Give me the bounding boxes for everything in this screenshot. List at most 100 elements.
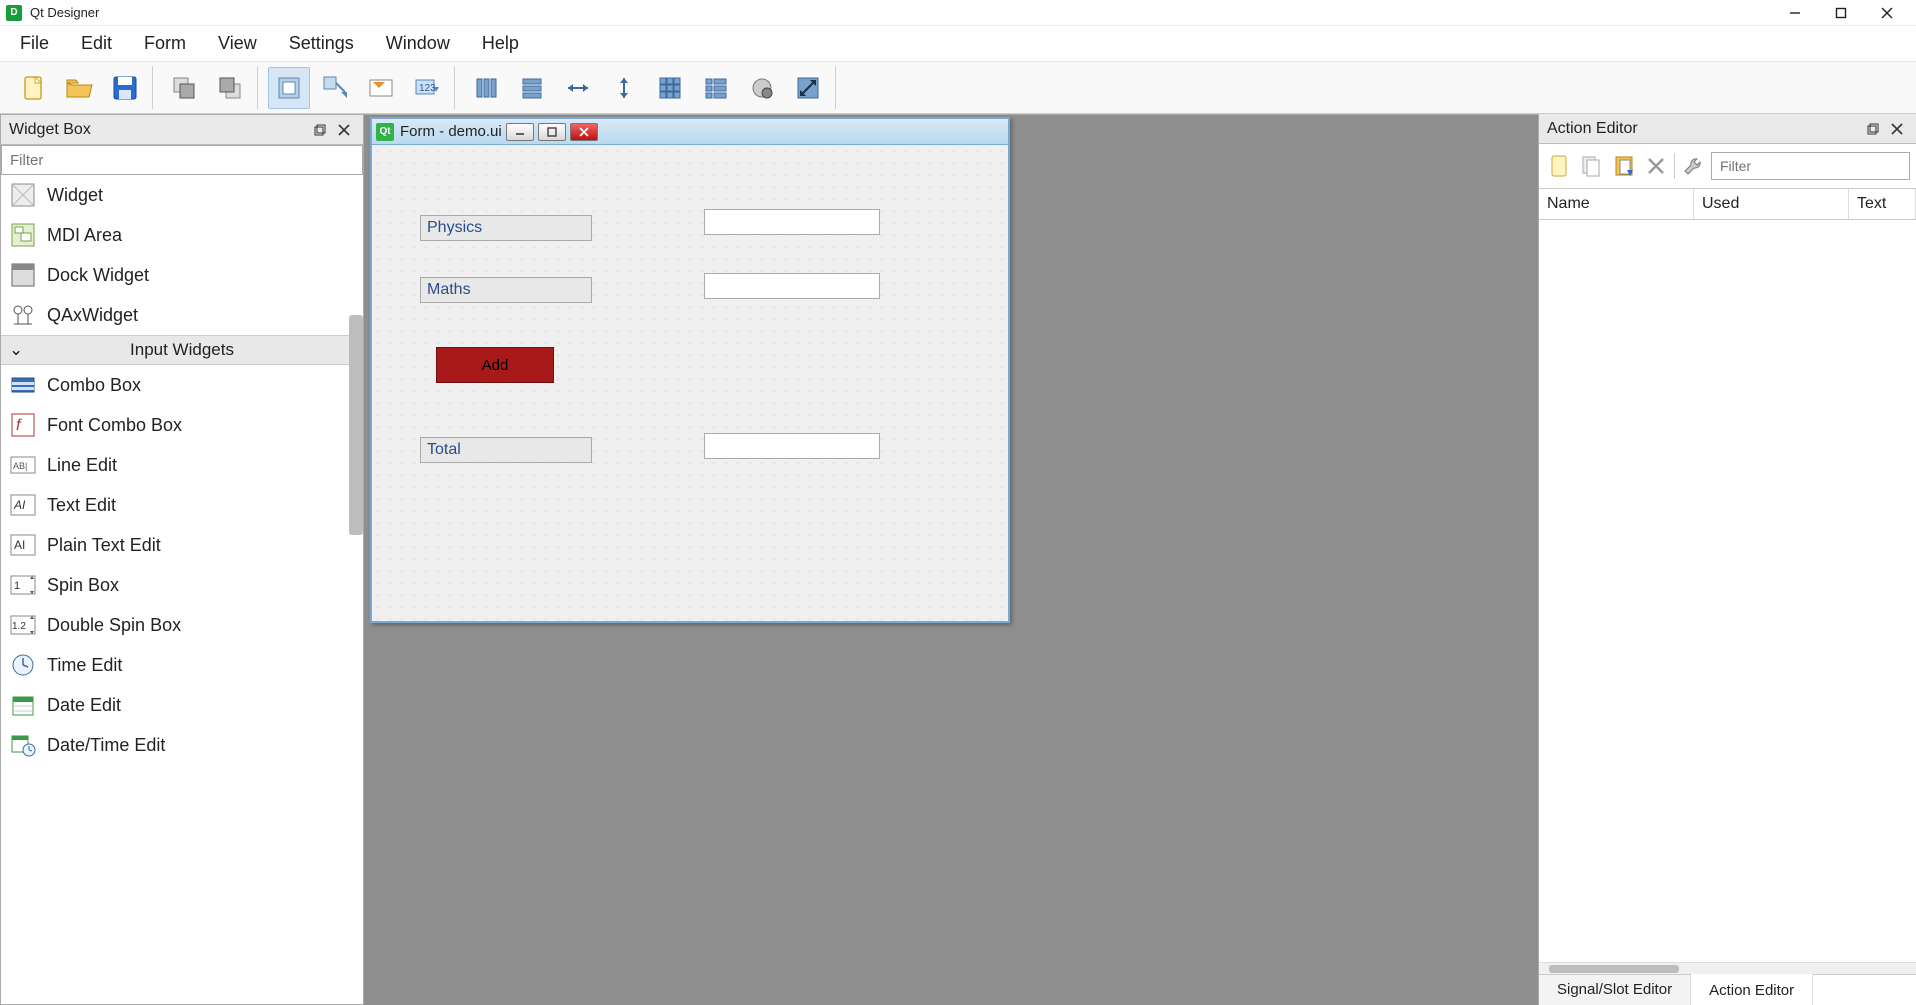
form-minimize-button[interactable] <box>506 123 534 141</box>
widget-item-combo-box[interactable]: Combo Box <box>1 365 363 405</box>
column-text[interactable]: Text <box>1849 189 1916 219</box>
label-physics[interactable]: Physics <box>420 215 592 241</box>
label-total[interactable]: Total <box>420 437 592 463</box>
delete-action-button[interactable] <box>1642 150 1670 182</box>
menu-form[interactable]: Form <box>128 27 202 60</box>
widget-item-label: Plain Text Edit <box>47 535 161 556</box>
close-icon <box>1891 123 1903 135</box>
form-maximize-button[interactable] <box>538 123 566 141</box>
widget-item-spin-box[interactable]: 1 Spin Box <box>1 565 363 605</box>
layout-horizontal-button[interactable] <box>465 67 507 109</box>
maximize-icon <box>547 127 557 137</box>
action-table-body[interactable] <box>1539 220 1916 962</box>
svg-text:AB|: AB| <box>13 461 27 471</box>
menu-file[interactable]: File <box>4 27 65 60</box>
form-title: Form - demo.ui <box>400 123 502 140</box>
window-maximize-button[interactable] <box>1818 0 1864 26</box>
layout-hsplit-button[interactable] <box>557 67 599 109</box>
paste-icon <box>1613 154 1635 178</box>
bring-front-icon <box>216 74 244 102</box>
lineedit-total[interactable] <box>704 433 880 459</box>
widget-box-list[interactable]: Widget MDI Area Dock Widget QAxWidget ⌄ … <box>1 175 363 1004</box>
new-action-button[interactable] <box>1545 150 1573 182</box>
widget-item-double-spin-box[interactable]: 1.2 Double Spin Box <box>1 605 363 645</box>
widget-item-label: Combo Box <box>47 375 141 396</box>
widget-item-text-edit[interactable]: AI Text Edit <box>1 485 363 525</box>
widget-item-label: Time Edit <box>47 655 122 676</box>
save-icon <box>111 74 139 102</box>
widget-item-widget[interactable]: Widget <box>1 175 363 215</box>
widget-box-float-button[interactable] <box>309 119 331 141</box>
edit-widgets-button[interactable] <box>268 67 310 109</box>
lineedit-maths[interactable] <box>704 273 880 299</box>
form-window[interactable]: Qt Form - demo.ui Physics Maths Add <box>370 117 1010 623</box>
menu-window[interactable]: Window <box>370 27 466 60</box>
menu-view[interactable]: View <box>202 27 273 60</box>
widget-item-label: Widget <box>47 185 103 206</box>
action-editor-close-button[interactable] <box>1886 118 1908 140</box>
hlayout-icon <box>472 74 500 102</box>
form-body[interactable]: Physics Maths Add Total <box>372 145 1008 621</box>
adjust-size-button[interactable] <box>787 67 829 109</box>
edit-signals-button[interactable] <box>314 67 356 109</box>
widget-item-dock-widget[interactable]: Dock Widget <box>1 255 363 295</box>
copy-icon <box>1580 154 1602 178</box>
tab-action-editor[interactable]: Action Editor <box>1691 974 1813 1005</box>
menu-settings[interactable]: Settings <box>273 27 370 60</box>
lineedit-physics[interactable] <box>704 209 880 235</box>
close-icon <box>338 124 350 136</box>
widget-icon <box>9 181 37 209</box>
label-maths[interactable]: Maths <box>420 277 592 303</box>
bring-front-button[interactable] <box>209 67 251 109</box>
save-file-button[interactable] <box>104 67 146 109</box>
action-editor-hscroll[interactable] <box>1539 962 1916 974</box>
copy-action-button[interactable] <box>1577 150 1605 182</box>
break-layout-button[interactable] <box>741 67 783 109</box>
widget-item-datetime-edit[interactable]: Date/Time Edit <box>1 725 363 765</box>
layout-vsplit-button[interactable] <box>603 67 645 109</box>
tab-signal-slot-editor[interactable]: Signal/Slot Editor <box>1539 975 1691 1005</box>
configure-action-button[interactable] <box>1679 150 1707 182</box>
layout-vertical-button[interactable] <box>511 67 553 109</box>
widget-item-qaxwidget[interactable]: QAxWidget <box>1 295 363 335</box>
widget-item-time-edit[interactable]: Time Edit <box>1 645 363 685</box>
widget-box-scrollbar-thumb[interactable] <box>349 315 363 535</box>
wrench-icon <box>1682 155 1704 177</box>
menu-help[interactable]: Help <box>466 27 535 60</box>
widget-item-date-edit[interactable]: Date Edit <box>1 685 363 725</box>
menu-edit[interactable]: Edit <box>65 27 128 60</box>
widget-item-mdi-area[interactable]: MDI Area <box>1 215 363 255</box>
action-editor-filter-input[interactable] <box>1711 152 1910 180</box>
widget-box-filter-input[interactable] <box>1 145 363 175</box>
widget-item-label: Date Edit <box>47 695 121 716</box>
scrollbar-thumb[interactable] <box>1549 965 1679 973</box>
new-file-button[interactable] <box>12 67 54 109</box>
form-titlebar[interactable]: Qt Form - demo.ui <box>372 119 1008 145</box>
datetime-icon <box>9 731 37 759</box>
widget-item-line-edit[interactable]: AB| Line Edit <box>1 445 363 485</box>
window-minimize-button[interactable] <box>1772 0 1818 26</box>
layout-form-button[interactable] <box>695 67 737 109</box>
widget-item-label: Text Edit <box>47 495 116 516</box>
open-file-button[interactable] <box>58 67 100 109</box>
buddies-icon <box>367 74 395 102</box>
layout-grid-button[interactable] <box>649 67 691 109</box>
column-name[interactable]: Name <box>1539 189 1694 219</box>
edit-buddies-button[interactable] <box>360 67 402 109</box>
design-canvas[interactable]: Qt Form - demo.ui Physics Maths Add <box>364 114 1538 1005</box>
widget-box-close-button[interactable] <box>333 119 355 141</box>
edit-tab-order-button[interactable]: 123 <box>406 67 448 109</box>
fontcombo-icon: f <box>9 411 37 439</box>
widget-item-font-combo-box[interactable]: f Font Combo Box <box>1 405 363 445</box>
window-close-button[interactable] <box>1864 0 1910 26</box>
add-button[interactable]: Add <box>436 347 554 383</box>
paste-action-button[interactable] <box>1609 150 1637 182</box>
combo-icon <box>9 371 37 399</box>
column-used[interactable]: Used <box>1694 189 1849 219</box>
widget-item-plain-text-edit[interactable]: AI Plain Text Edit <box>1 525 363 565</box>
widget-category-input-widgets[interactable]: ⌄ Input Widgets <box>1 335 363 365</box>
action-editor-float-button[interactable] <box>1862 118 1884 140</box>
float-icon <box>1867 123 1879 135</box>
form-close-button[interactable] <box>570 123 598 141</box>
send-back-button[interactable] <box>163 67 205 109</box>
